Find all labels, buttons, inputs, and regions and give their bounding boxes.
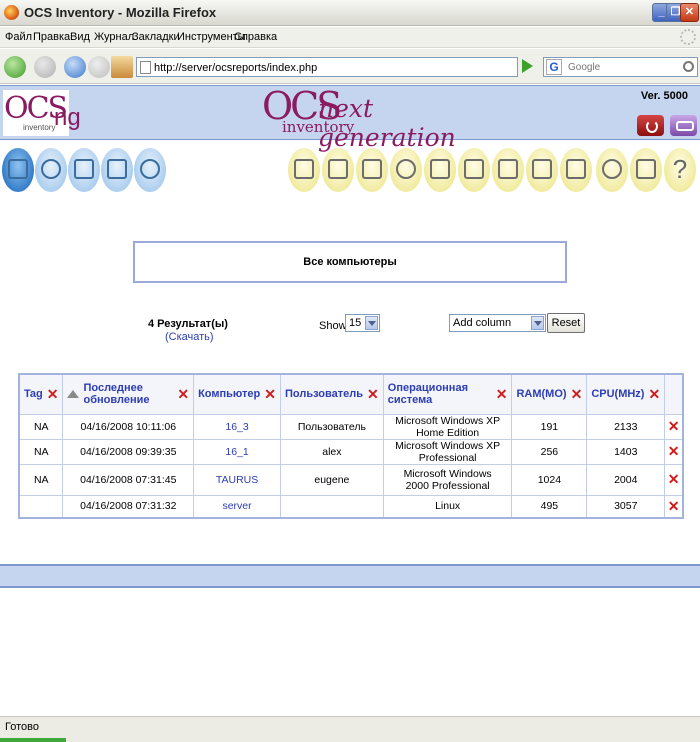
label-icon[interactable] xyxy=(630,148,662,192)
stop-button[interactable] xyxy=(88,56,110,78)
column-header-computer[interactable]: Компьютер ✕ xyxy=(193,373,282,415)
computers-icon[interactable] xyxy=(2,148,34,192)
delete-row-icon[interactable]: ✕ xyxy=(668,498,680,515)
search-input[interactable] xyxy=(568,60,676,75)
registry-icon[interactable] xyxy=(458,148,490,192)
wallet-icon[interactable] xyxy=(526,148,558,192)
column-header-user[interactable]: Пользователь ✕ xyxy=(280,373,384,415)
version-label: Ver. 5000 xyxy=(640,90,688,102)
menu-edit[interactable]: Правка xyxy=(33,31,70,43)
sort-asc-icon xyxy=(67,390,80,399)
menu-history[interactable]: Журнал xyxy=(94,31,134,43)
remove-column-icon[interactable]: ✕ xyxy=(571,386,583,403)
status-text: Готово xyxy=(5,721,39,733)
dictionary-icon[interactable] xyxy=(492,148,524,192)
computers-table: Tag ✕ Последнее обновление ✕ Компьютер ✕ По… xyxy=(18,373,684,519)
keys-icon[interactable] xyxy=(670,115,697,136)
network-icon[interactable] xyxy=(68,148,100,192)
delete-row-icon[interactable]: ✕ xyxy=(668,471,680,488)
menu-file[interactable]: Файл xyxy=(5,31,32,43)
table-row: NA 04/16/2008 10:11:06 16_3 Пользователь… xyxy=(18,413,684,440)
chevron-down-icon xyxy=(531,316,544,330)
page-title: Все компьютеры xyxy=(133,241,567,283)
window-title: OCS Inventory - Mozilla Firefox xyxy=(24,5,217,20)
logout-power-icon[interactable] xyxy=(637,115,664,136)
home-button[interactable] xyxy=(111,56,133,78)
forward-button[interactable] xyxy=(34,56,56,78)
page-icon xyxy=(140,61,151,74)
computer-link[interactable]: 16_1 xyxy=(193,438,282,465)
remove-column-icon[interactable]: ✕ xyxy=(264,386,276,403)
menu-bar: Файл Правка Вид Журнал Закладки Инструме… xyxy=(0,27,700,48)
back-button[interactable] xyxy=(4,56,26,78)
window-titlebar: OCS Inventory - Mozilla Firefox _ ❐ ✕ xyxy=(0,0,700,26)
duplicates-icon[interactable] xyxy=(101,148,133,192)
column-header-actions xyxy=(664,373,684,415)
column-header-cpu[interactable]: CPU(MHz) ✕ xyxy=(586,373,666,415)
search-box: G xyxy=(543,57,698,77)
download-link[interactable]: (Скачать) xyxy=(165,331,214,343)
menu-view[interactable]: Вид xyxy=(70,31,90,43)
table-row: NA 04/16/2008 09:39:35 16_1 alex Microso… xyxy=(18,438,684,465)
device-icon[interactable] xyxy=(560,148,592,192)
status-bar: Готово xyxy=(0,716,700,742)
chevron-down-icon xyxy=(365,316,378,330)
progress-indicator xyxy=(0,738,66,742)
ocs-logo-large: OCS next generation inventory xyxy=(262,84,456,152)
navigation-toolbar: G xyxy=(0,49,700,84)
remove-column-icon[interactable]: ✕ xyxy=(496,386,508,403)
config-icon[interactable] xyxy=(390,148,422,192)
computer-link[interactable]: server xyxy=(193,494,282,519)
remove-column-icon[interactable]: ✕ xyxy=(648,386,660,403)
google-icon[interactable]: G xyxy=(546,59,562,75)
column-header-os[interactable]: Операционная система ✕ xyxy=(382,373,513,415)
throbber-icon xyxy=(680,29,696,45)
column-header-ram[interactable]: RAM(MO) ✕ xyxy=(511,373,588,415)
computer-link[interactable]: TAURUS xyxy=(193,463,282,496)
help-user-icon[interactable] xyxy=(596,148,628,192)
ocs-header: OCS ng inventory OCS next generation inv… xyxy=(0,84,700,152)
add-column-select[interactable]: Add column xyxy=(449,314,546,332)
remove-column-icon[interactable]: ✕ xyxy=(177,386,189,403)
help-icon[interactable]: ? xyxy=(664,148,696,192)
rows-per-page-select[interactable]: 15 xyxy=(345,314,380,332)
close-button[interactable]: ✕ xyxy=(680,3,699,22)
delete-row-icon[interactable]: ✕ xyxy=(668,443,680,460)
ocs-footer-bar xyxy=(0,564,700,588)
remove-column-icon[interactable]: ✕ xyxy=(47,386,59,403)
factory-icon[interactable] xyxy=(322,148,354,192)
deploy-icon[interactable] xyxy=(356,148,388,192)
firefox-icon xyxy=(4,5,19,20)
column-header-last-update[interactable]: Последнее обновление ✕ xyxy=(62,373,195,415)
column-header-tag[interactable]: Tag ✕ xyxy=(18,373,64,415)
address-bar xyxy=(136,57,518,77)
delete-row-icon[interactable]: ✕ xyxy=(668,418,680,435)
search-icon[interactable] xyxy=(134,148,166,192)
table-header-row: Tag ✕ Последнее обновление ✕ Компьютер ✕ По… xyxy=(18,373,684,415)
gift-icon[interactable] xyxy=(288,148,320,192)
tools-icon[interactable] xyxy=(424,148,456,192)
menu-bookmarks[interactable]: Закладки xyxy=(132,31,180,43)
reset-button[interactable]: Reset xyxy=(547,313,585,333)
url-input[interactable] xyxy=(154,60,494,75)
menu-help[interactable]: Справка xyxy=(234,31,277,43)
table-row: NA 04/16/2008 07:31:45 TAURUS eugene Mic… xyxy=(18,463,684,496)
reload-button[interactable] xyxy=(64,56,86,78)
ocs-logo-small[interactable]: OCS ng inventory xyxy=(3,90,81,136)
filter-icon[interactable] xyxy=(35,148,67,192)
remove-column-icon[interactable]: ✕ xyxy=(367,386,379,403)
results-count: 4 Результат(ы) xyxy=(148,318,228,330)
magnifier-icon[interactable] xyxy=(683,61,694,72)
table-row: 04/16/2008 07:31:32 server Linux 495 305… xyxy=(18,494,684,519)
computer-link[interactable]: 16_3 xyxy=(193,413,282,440)
go-button[interactable] xyxy=(522,59,533,73)
